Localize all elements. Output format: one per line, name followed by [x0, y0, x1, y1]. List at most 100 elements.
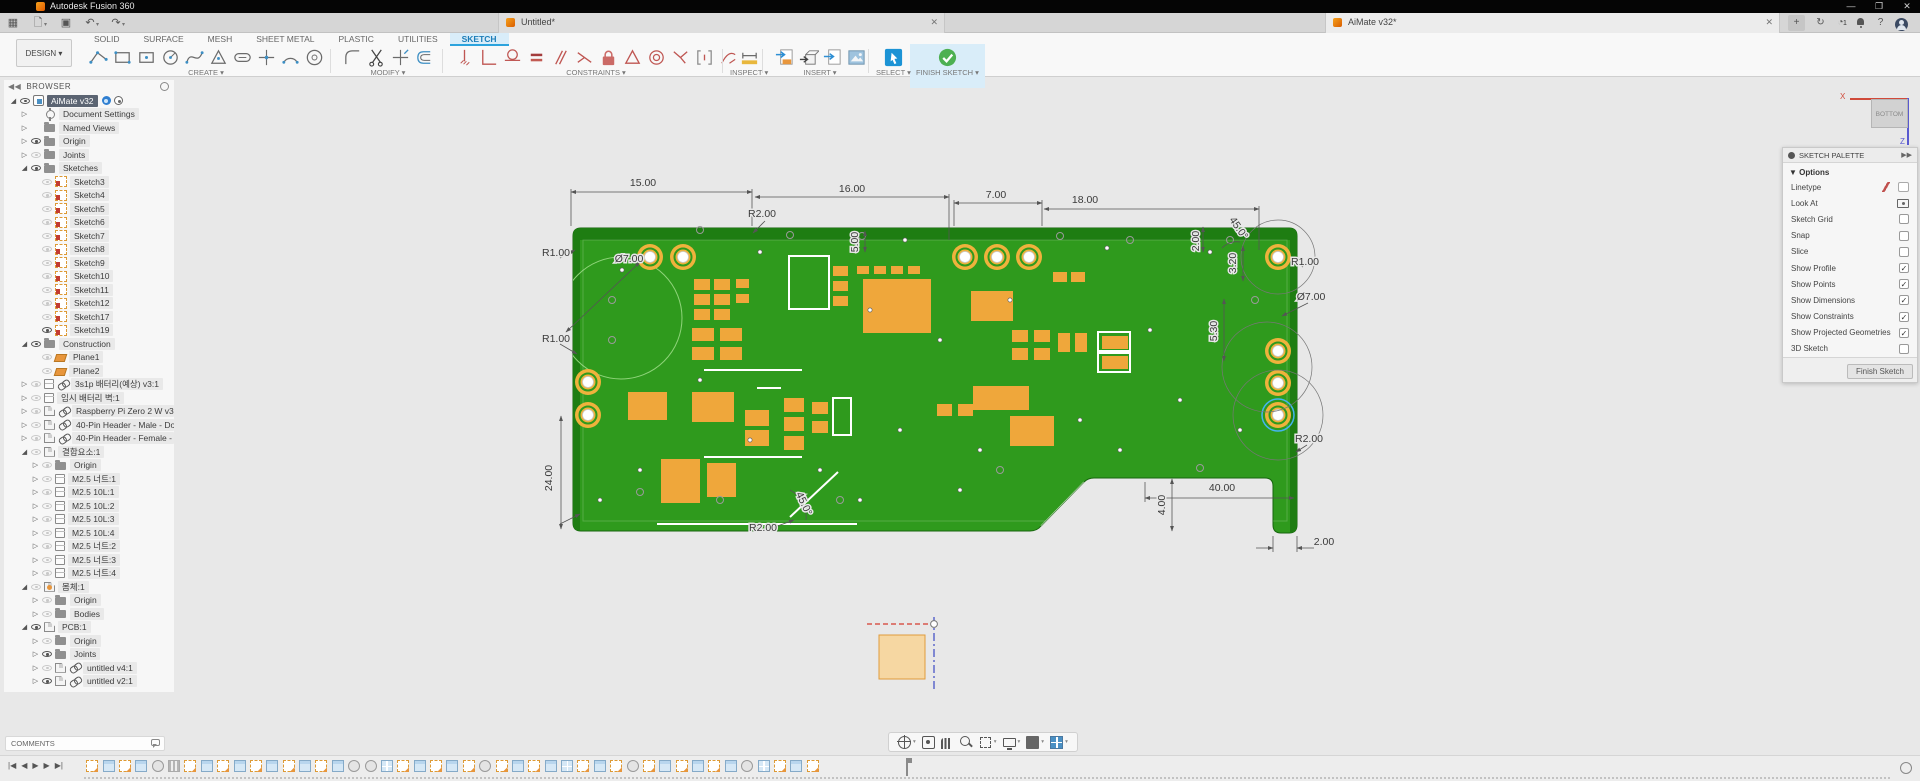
visibility-eye-icon[interactable]: [42, 651, 52, 657]
linetype-spline-icon[interactable]: [1880, 182, 1892, 192]
checkbox-show-dimensions[interactable]: ✓: [1899, 295, 1909, 305]
close-button[interactable]: ✕: [1896, 0, 1918, 13]
sketch-point[interactable]: [1118, 448, 1122, 452]
timeline-feature-body-31[interactable]: [594, 760, 606, 772]
tree-item-m2-5-너트-1[interactable]: ▷M2.5 너트:1: [4, 472, 174, 486]
finish-sketch-button[interactable]: Finish Sketch: [1847, 364, 1913, 379]
grid-settings-icon[interactable]: [1026, 736, 1039, 749]
viewport-canvas[interactable]: 15.0016.007.0018.00R2.00R1.00Ø7.00R1.005…: [0, 77, 1920, 755]
collinear-constraint-icon[interactable]: [574, 47, 595, 68]
visibility-eye-icon[interactable]: [42, 206, 52, 212]
timeline-feature-mesh-5[interactable]: [168, 760, 180, 772]
expander-icon[interactable]: ▷: [30, 637, 41, 645]
polygon-tool-icon[interactable]: [208, 47, 229, 68]
visibility-eye-icon[interactable]: [42, 638, 52, 644]
visibility-eye-icon[interactable]: [42, 557, 52, 563]
dimension-label[interactable]: R1.00: [1291, 256, 1319, 268]
sketch-point[interactable]: [978, 448, 982, 452]
select-tool-icon[interactable]: [883, 47, 904, 68]
visibility-eye-icon[interactable]: [31, 422, 41, 428]
timeline-feature-sketch-42[interactable]: [774, 760, 786, 772]
tree-item-sketch9[interactable]: Sketch9: [4, 256, 174, 270]
look-at-icon[interactable]: [922, 736, 935, 749]
visibility-eye-icon[interactable]: [42, 611, 52, 617]
sketch-point[interactable]: [818, 468, 822, 472]
visibility-eye-icon[interactable]: [31, 408, 41, 414]
timeline-feature-body-1[interactable]: [103, 760, 115, 772]
expander-icon[interactable]: ▷: [19, 407, 30, 415]
timeline-feature-sketch-8[interactable]: [217, 760, 229, 772]
midpoint2-constraint-icon[interactable]: [694, 47, 715, 68]
activate-badge[interactable]: [114, 96, 123, 105]
timeline-feature-hole-17[interactable]: [365, 760, 377, 772]
visibility-eye-icon[interactable]: [31, 381, 41, 387]
ribbon-tab-mesh[interactable]: MESH: [196, 33, 245, 46]
checkbox-show-constraints[interactable]: ✓: [1899, 312, 1909, 322]
doc-tab-untitled[interactable]: Untitled* ✕: [498, 13, 945, 33]
orbit-dropdown[interactable]: ▾: [913, 739, 916, 745]
visibility-eye-icon[interactable]: [42, 246, 52, 252]
tree-item-aimate-v32[interactable]: ◢AiMate v32: [4, 94, 174, 108]
tree-item-sketch7[interactable]: Sketch7: [4, 229, 174, 243]
sketch-point[interactable]: [1208, 250, 1212, 254]
tree-item-m2-5-너트-2[interactable]: ▷M2.5 너트:2: [4, 540, 174, 554]
tree-item-sketch8[interactable]: Sketch8: [4, 243, 174, 257]
circle-tool-icon[interactable]: [160, 47, 181, 68]
sketch-point[interactable]: [938, 338, 942, 342]
file-menu-dropdown[interactable]: ▾: [44, 21, 47, 28]
timeline-feature-body-11[interactable]: [266, 760, 278, 772]
visibility-eye-icon[interactable]: [42, 354, 52, 360]
doc-tab-aimate[interactable]: AiMate v32* ✕: [1325, 13, 1780, 33]
sketch-point[interactable]: [1238, 428, 1242, 432]
visibility-eye-icon[interactable]: [42, 476, 52, 482]
sketch-point[interactable]: [903, 238, 907, 242]
timeline-feature-sketch-25[interactable]: [496, 760, 508, 772]
tree-item-sketch4[interactable]: Sketch4: [4, 189, 174, 203]
visibility-eye-icon[interactable]: [31, 152, 41, 158]
save-icon[interactable]: ▣: [58, 16, 74, 30]
dimension-label[interactable]: 4.00: [1156, 495, 1168, 516]
constraints-section-label[interactable]: CONSTRAINTS ▾: [452, 68, 740, 77]
visibility-eye-icon[interactable]: [31, 584, 41, 590]
slot-tool-icon[interactable]: [232, 47, 253, 68]
timeline-feature-sketch-19[interactable]: [397, 760, 409, 772]
redo-dropdown[interactable]: ▾: [122, 21, 125, 28]
visibility-eye-icon[interactable]: [42, 462, 52, 468]
dimension-label[interactable]: R1.00: [542, 247, 570, 259]
sketch-point[interactable]: [1178, 398, 1182, 402]
visibility-eye-icon[interactable]: [31, 138, 41, 144]
midpoint-constraint-icon[interactable]: [622, 47, 643, 68]
create-section-label[interactable]: CREATE ▾: [86, 68, 326, 77]
sketch-point[interactable]: [758, 250, 762, 254]
finish-sketch-label[interactable]: FINISH SKETCH ▾: [916, 68, 979, 77]
timeline-feature-sketch-23[interactable]: [463, 760, 475, 772]
timeline-feature-component-41[interactable]: [758, 760, 770, 772]
pan-icon[interactable]: [941, 738, 954, 749]
timeline-feature-sketch-6[interactable]: [184, 760, 196, 772]
insert-canvas-icon[interactable]: [846, 47, 867, 68]
tree-item-sketch3[interactable]: Sketch3: [4, 175, 174, 189]
dimension-label[interactable]: R2.00: [749, 522, 777, 534]
sketch-point[interactable]: [898, 428, 902, 432]
expander-icon[interactable]: ▷: [30, 650, 41, 658]
tree-item-몸체-1[interactable]: ◢몸체:1: [4, 580, 174, 594]
app-grid-menu-icon[interactable]: ▦: [5, 16, 21, 30]
comments-bar[interactable]: COMMENTS: [5, 736, 165, 751]
spline-tool-icon[interactable]: [184, 47, 205, 68]
ribbon-tab-sketch[interactable]: SKETCH: [450, 33, 509, 46]
perpendicular-constraint-icon[interactable]: [478, 47, 499, 68]
sketch-point[interactable]: [620, 268, 624, 272]
comment-bubble-icon[interactable]: [151, 739, 160, 746]
grid-settings-dropdown[interactable]: ▾: [1041, 739, 1044, 745]
profile-avatar[interactable]: [1892, 15, 1909, 31]
timeline-control-4[interactable]: ▶|: [55, 761, 63, 770]
visibility-eye-icon[interactable]: [31, 449, 41, 455]
visibility-eye-icon[interactable]: [42, 219, 52, 225]
expander-icon[interactable]: ▷: [30, 610, 41, 618]
tree-item-untitled-v2-1[interactable]: ▷untitled v2:1: [4, 675, 174, 689]
tree-item-construction[interactable]: ◢Construction: [4, 337, 174, 351]
checkbox-show-projected-geometries[interactable]: ✓: [1899, 328, 1909, 338]
tree-item-joints[interactable]: ▷Joints: [4, 648, 174, 662]
expander-icon[interactable]: ▷: [19, 124, 30, 132]
timeline-feature-sketch-12[interactable]: [283, 760, 295, 772]
